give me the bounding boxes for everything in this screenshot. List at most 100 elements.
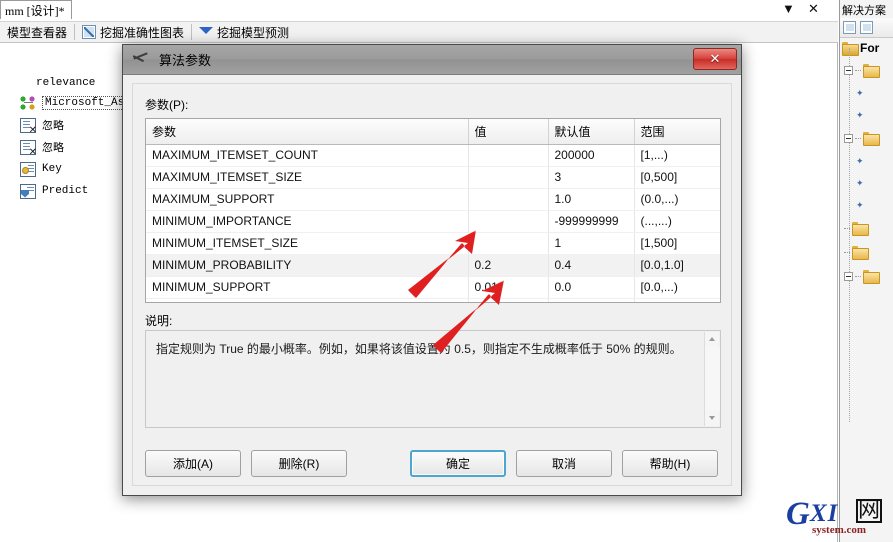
tree-connector [855,137,861,139]
description-scrollbar[interactable] [704,332,720,426]
description-text: 指定规则为 True 的最小概率。例如，如果将该值设置为 0.5，则指定不生成概… [156,342,682,356]
watermark: G XI 网 system.com [786,494,890,538]
document-tab[interactable]: mm [设计]* [0,0,72,19]
cell-range: (0.0,...) [634,188,720,211]
properties-icon[interactable] [843,21,856,34]
item-icon: ✦ [856,199,864,210]
toolbar-item-model-prediction[interactable]: 挖掘模型预测 [192,22,296,42]
refresh-icon[interactable] [860,21,873,34]
expander-icon[interactable] [844,271,853,281]
cell-range: [0,500] [634,166,720,189]
table-row[interactable]: MAXIMUM_SUPPORT 1.0 (0.0,...) [146,188,720,211]
list-item-label: 忽略 [42,121,64,133]
solution-root-row[interactable]: For [840,38,893,58]
list-item-label: Predict [42,185,89,197]
column-header-value[interactable]: 值 [468,119,549,145]
ok-button[interactable]: 确定 [410,450,506,477]
tree-leaf[interactable]: ✦ [840,172,893,194]
table-row[interactable]: MINIMUM_PROBABILITY 0.2 0.4 [0.0,1.0] [146,254,720,277]
cell-parameter [146,298,469,302]
cell-value[interactable] [468,188,549,211]
watermark-g: G [786,496,810,532]
expander-icon[interactable] [844,65,853,75]
cell-parameter: MINIMUM_PROBABILITY [146,254,469,277]
chart-icon [82,25,97,39]
cell-value[interactable] [468,166,549,189]
ignore-icon [20,139,37,158]
tree-leaf[interactable]: ✦ [840,194,893,216]
ignore-icon [20,117,37,136]
cancel-button[interactable]: 取消 [516,450,612,477]
solution-root-label: For [860,41,880,55]
table-row[interactable]: MINIMUM_IMPORTANCE -999999999 (...,...) [146,210,720,233]
tree-leaf[interactable]: ✦ [840,104,893,126]
tabstrip-controls: ▼ ✕ [778,0,834,20]
list-item-label: 忽略 [42,143,64,155]
parameters-grid[interactable]: 参数 值 默认值 范围 MAXIMUM_ITEMSET_COUNT 200000… [145,118,721,303]
cell-range: [0.0,1.0] [634,254,720,277]
scroll-down-icon[interactable] [705,411,720,426]
cell-parameter: MAXIMUM_ITEMSET_COUNT [146,144,469,167]
document-tabstrip: mm [设计]* ▼ ✕ [0,0,838,21]
key-icon [20,161,36,177]
folder-icon [863,270,880,284]
designer-toolbar: 模型查看器 挖掘准确性图表 挖掘模型预测 [0,21,838,43]
column-header-default[interactable]: 默认值 [548,119,635,145]
tree-leaf[interactable]: ✦ [840,150,893,172]
cell-range: [0.0,...) [634,276,720,299]
add-button[interactable]: 添加(A) [145,450,241,477]
cell-range [634,298,720,302]
cell-parameter: MAXIMUM_SUPPORT [146,188,469,211]
chevron-down-icon[interactable]: ▼ [782,1,795,16]
tree-leaf[interactable]: ✦ [840,82,893,104]
help-button[interactable]: 帮助(H) [622,450,718,477]
cell-default: 0.4 [548,254,635,277]
close-button[interactable]: ✕ [693,48,737,70]
item-icon: ✦ [856,109,864,120]
parameters-label: 参数(P): [145,98,189,112]
tree-guide-line [849,48,850,422]
toolbar-label: 模型查看器 [7,25,68,40]
toolbar-item-model-viewer[interactable]: 模型查看器 [0,22,74,42]
scroll-up-icon[interactable] [705,332,720,347]
description-label: 说明: [145,314,173,328]
delete-button[interactable]: 删除(R) [251,450,347,477]
cell-default [548,298,635,302]
table-row-empty[interactable] [146,298,720,302]
toolbar-item-accuracy-chart[interactable]: 挖掘准确性图表 [75,22,191,42]
table-row[interactable]: MAXIMUM_ITEMSET_COUNT 200000 [1,...) [146,144,720,167]
tree-node[interactable] [840,264,893,288]
grid-header-row: 参数 值 默认值 范围 [146,119,720,145]
solution-explorer-title: 解决方案 [842,5,886,17]
column-header-range[interactable]: 范围 [634,119,720,145]
dialog-title: 算法参数 [159,53,212,68]
cell-parameter: MINIMUM_ITEMSET_SIZE [146,232,469,255]
close-icon[interactable]: ✕ [808,1,819,17]
item-icon: ✦ [856,177,864,188]
expander-icon[interactable] [844,133,853,143]
table-row[interactable]: MINIMUM_ITEMSET_SIZE 1 [1,500] [146,232,720,255]
cell-value[interactable] [468,232,549,255]
cell-range: [1,500] [634,232,720,255]
cell-value[interactable] [468,210,549,233]
tree-node[interactable] [840,126,893,150]
tree-node[interactable] [840,240,893,264]
cell-value[interactable]: 0.01 [468,276,549,299]
tree-connector [855,275,861,277]
cell-value[interactable] [468,298,549,302]
association-icon [20,95,36,111]
item-icon: ✦ [856,155,864,166]
dialog-button-row: 添加(A) 删除(R) 确定 取消 帮助(H) [145,450,721,478]
algorithm-parameters-dialog: 算法参数 ✕ 参数(P): 参数 值 默认值 范围 MAXIMUM_ITEMSE… [122,44,742,496]
tree-node[interactable] [840,58,893,82]
cell-value[interactable]: 0.2 [468,254,549,277]
table-row[interactable]: MAXIMUM_ITEMSET_SIZE 3 [0,500] [146,166,720,189]
table-row[interactable]: MINIMUM_SUPPORT 0.01 0.0 [0.0,...) [146,276,720,299]
folder-icon [852,222,869,236]
cell-value[interactable] [468,144,549,167]
cell-default: 1 [548,232,635,255]
cell-default: 1.0 [548,188,635,211]
column-header-parameter[interactable]: 参数 [146,119,469,145]
scrollbar-track[interactable] [705,347,720,411]
tree-node[interactable] [840,216,893,240]
